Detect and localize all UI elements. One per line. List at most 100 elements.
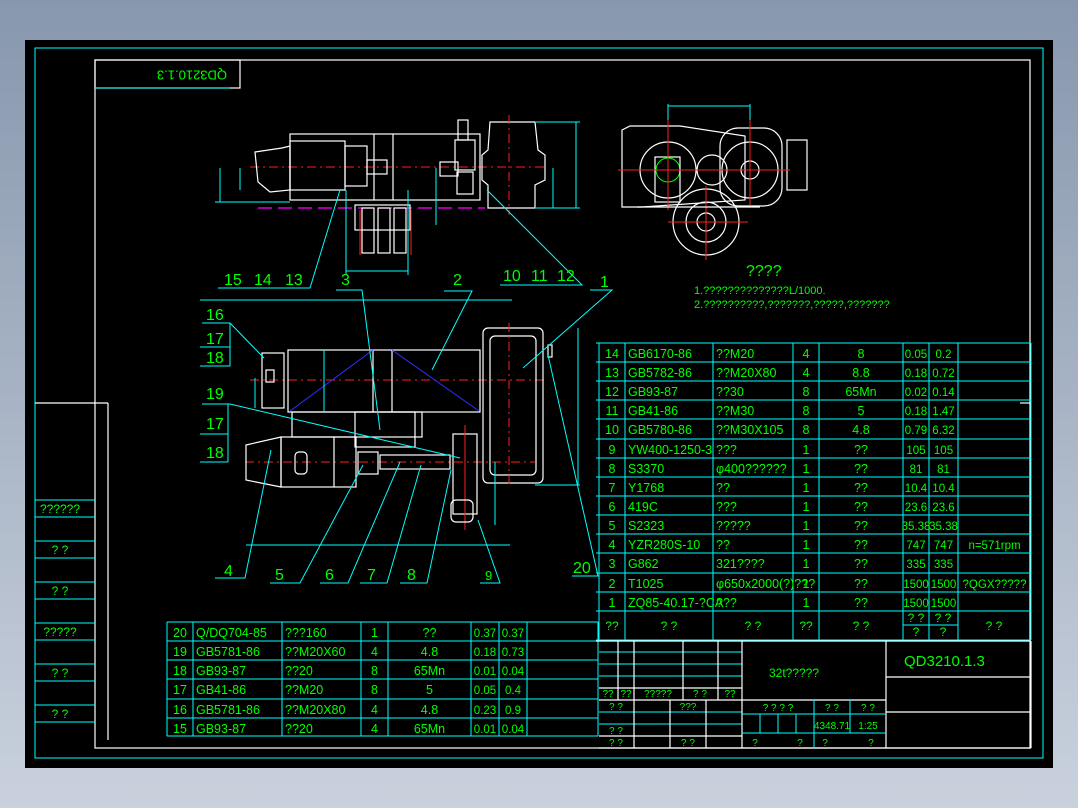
label-5: 5 [275,567,284,584]
parts-row-14-col-2: ??M20 [716,347,754,361]
header-cell: ? ? [745,619,762,633]
parts-row-20-col-5: 0.37 [474,628,496,640]
parts-row-5-col-6: 35.38 [929,521,958,533]
parts-row-1-col-0: 1 [609,596,616,610]
parts-row-12-col-4: 65Mn [845,385,876,399]
parts-row-7-col-0: 7 [609,481,616,495]
row-label: ? ? [609,726,623,737]
parts-row-16-col-5: 0.23 [474,705,496,717]
parts-row-5-col-0: 5 [609,519,616,533]
label-10: 10 [503,268,521,285]
parts-row-3-col-4: ?? [854,557,868,571]
parts-row-18-col-2: ??20 [285,664,313,678]
parts-row-17-col-6: 0.4 [505,685,522,697]
parts-row-4-col-1: YZR280S-10 [628,538,700,552]
note-1: 1.??????????????L/1000. [694,285,826,297]
parts-row-14-col-6: 0.2 [936,349,952,361]
parts-row-19-col-2: ??M20X60 [285,645,346,659]
parts-row-13-col-6: 0.72 [932,368,954,380]
parts-row-2-col-1: T1025 [628,577,663,591]
parts-row-3-col-0: 3 [609,557,616,571]
parts-row-9-col-6: 105 [934,445,953,457]
parts-row-13-col-1: GB5782-86 [628,366,692,380]
parts-row-12-col-5: 0.02 [905,387,927,399]
parts-row-9-col-3: 1 [803,443,810,457]
parts-row-15-col-1: GB93-87 [196,722,246,736]
parts-row-8-col-3: 1 [803,462,810,476]
parts-row-3-col-1: G862 [628,557,659,571]
parts-row-20-col-1: Q/DQ704-85 [196,626,267,640]
stage-header: ? ? ? ? [763,703,794,714]
parts-row-1-col-2: ??? [716,596,737,610]
header-cell: ? [940,625,947,639]
parts-row-19-col-4: 4.8 [421,645,438,659]
parts-row-18-col-6: 0.04 [502,666,525,678]
parts-row-6-col-6: 23.6 [932,502,954,514]
parts-row-19-col-6: 0.73 [502,647,524,659]
parts-row-5-col-2: ????? [716,519,751,533]
parts-row-1-col-4: ?? [854,596,868,610]
parts-row-8-col-0: 8 [609,462,616,476]
parts-row-9-col-5: 105 [906,445,925,457]
parts-row-19-col-0: 19 [173,645,187,659]
parts-row-12-col-3: 8 [803,385,810,399]
parts-row-11-col-4: 5 [858,404,865,418]
parts-row-13-col-4: 8.8 [852,366,869,380]
parts-row-20-col-3: 1 [371,626,378,640]
parts-row-13-col-2: ??M20X80 [716,366,777,380]
label-18b: 18 [206,445,224,462]
parts-row-5-col-3: 1 [803,519,810,533]
parts-row-10-col-2: ??M30X105 [716,423,783,437]
weight-header: ? ? [825,703,839,714]
parts-row-7-col-1: Y1768 [628,481,664,495]
parts-row-15-col-4: 65Mn [414,722,445,736]
row-label: ? ? [681,738,695,749]
label-16: 16 [206,307,224,324]
parts-row-1-col-1: ZQ85-40.17-?CA [628,596,724,610]
parts-row-19-col-1: GB5781-86 [196,645,260,659]
drawing-number: QD3210.1.3 [904,653,985,670]
parts-row-5-col-4: ?? [854,519,868,533]
parts-row-8-col-1: S3370 [628,462,664,476]
note-2: 2.??????????,???????,?????,??????? [694,299,890,311]
parts-row-2-col-3: 1 [803,577,810,591]
parts-row-19-col-5: 0.18 [474,647,496,659]
label-3: 3 [341,272,350,289]
parts-row-10-col-3: 8 [803,423,810,437]
left-column-cell: ?????? [40,502,80,516]
parts-row-12-col-1: GB93-87 [628,385,678,399]
parts-row-11-col-3: 8 [803,404,810,418]
left-column-cell: ? ? [52,584,69,598]
parts-row-15-col-0: 15 [173,722,187,736]
drawing-title: 32t????? [769,666,819,680]
parts-row-15-col-3: 4 [371,722,378,736]
parts-row-4-col-5: 747 [906,540,925,552]
parts-row-20-col-2: ???160 [285,626,327,640]
sheet-label: ? [797,738,803,749]
parts-row-12-col-6: 0.14 [932,387,955,399]
label-19: 19 [206,386,224,403]
parts-row-7-col-4: ?? [854,481,868,495]
label-18a: 18 [206,350,224,367]
label-4: 4 [224,563,233,580]
label-14: 14 [254,272,272,289]
signature-label: ?? [602,689,614,700]
label-1: 1 [600,274,609,291]
parts-row-1-col-5: 1500 [903,598,929,610]
label-6: 6 [325,567,334,584]
label-17b: 17 [206,416,224,433]
parts-row-10-col-0: 10 [605,423,619,437]
parts-row-6-col-5: 23.6 [905,502,927,514]
parts-row-12-col-2: ??30 [716,385,744,399]
parts-row-11-col-0: 11 [606,404,619,418]
label-15: 15 [224,272,242,289]
parts-row-18-col-4: 65Mn [414,664,445,678]
label-7: 7 [367,567,376,584]
parts-row-2-col-5: 1500 [903,579,929,591]
parts-row-3-col-3: 1 [803,557,810,571]
parts-row-12-col-0: 12 [605,385,619,399]
parts-row-4-col-2: ?? [716,538,730,552]
signature-label: ?? [620,689,632,700]
cad-drawing-viewport[interactable]: QD3210.1.3 ??????? ?? ??????? ?? ? 15 14… [0,0,1078,808]
parts-row-20-col-4: ?? [423,626,437,640]
